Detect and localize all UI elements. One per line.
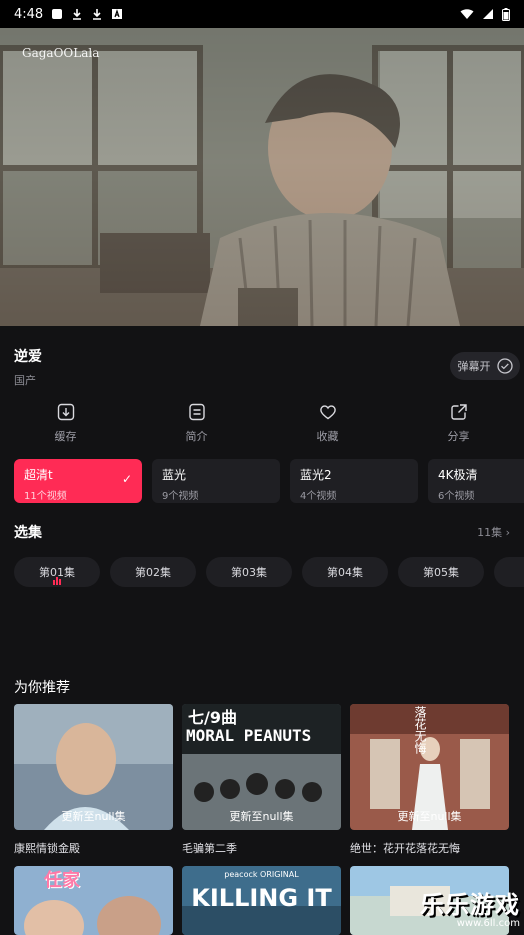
poster-thumbnail: peacock ORIGINAL KILLING IT [182,866,341,935]
recommend-item[interactable]: 更新至null集 康熙情锁金殿 [14,704,173,856]
recommend-name: 毛骗第二季 [182,842,237,855]
share-icon [450,404,467,420]
quality-option-4k[interactable]: 4K极清 6个视频 [428,459,524,503]
danmu-label: 弹幕开 [457,360,491,373]
wifi-icon [460,9,474,19]
quality-count: 6个视频 [438,491,475,502]
font-notification-icon [112,9,123,19]
playing-bars-icon [53,577,61,585]
episodes-header: 选集 11集 › [14,522,510,542]
quality-label: 蓝光2 [300,468,332,482]
check-circle-icon [496,358,513,374]
quality-option-languang2[interactable]: 蓝光2 4个视频 [290,459,418,503]
watermark-title: 乐乐游戏 [420,891,520,919]
info-icon [188,403,205,421]
danmu-toggle[interactable]: 弹幕开 [450,352,520,380]
recommend-item[interactable]: 任家 [14,866,173,935]
chevron-right-icon: › [505,526,510,539]
signal-icon [483,9,493,19]
download-icon [57,403,74,421]
recommend-item[interactable]: 七/9曲 MORAL PEANUTS 更新至null集 毛骗第二季 [182,704,341,856]
checkmark-icon: ✓ [121,472,132,486]
poster-thumbnail: 更新至null集 [14,704,173,830]
show-region: 国产 [14,374,36,387]
episode-list: 第01集 第02集 第03集 第04集 第05集 [14,557,524,587]
quality-option-languang[interactable]: 蓝光 9个视频 [152,459,280,503]
quality-count: 9个视频 [162,491,199,502]
download-notification-icon [93,9,102,20]
episode-label: 第02集 [135,566,171,579]
video-watermark-logo: GagaOOLala [22,46,100,60]
poster-image [14,866,173,935]
action-intro[interactable]: 简介 [162,402,232,444]
poster-overlay-brand: peacock ORIGINAL [224,870,299,879]
quality-label: 蓝光 [162,468,187,482]
status-time: 4:48 [14,6,44,22]
episode-label: 第03集 [231,566,267,579]
recommend-title: 为你推荐 [14,680,70,696]
action-download[interactable]: 缓存 [31,402,101,444]
recommend-name: 康熙情锁金殿 [14,842,80,855]
update-caption: 更新至null集 [397,810,462,823]
recommend-item[interactable]: 落花无悔 更新至null集 绝世：花开花落花无悔 [350,704,509,856]
poster-thumbnail: 任家 [14,866,173,935]
recommend-name: 绝世：花开花落花无悔 [350,842,460,855]
status-bar: 4:48 [0,0,524,28]
site-watermark: 乐乐游戏 www.6ll.com [412,867,524,933]
video-player[interactable]: GagaOOLala [0,28,524,326]
episode-chip-01[interactable]: 第01集 [14,557,100,587]
poster-thumbnail: 落花无悔 更新至null集 [350,704,509,830]
poster-overlay-subtitle: MORAL PEANUTS [186,726,312,745]
episode-chip-04[interactable]: 第04集 [302,557,388,587]
update-caption: 更新至null集 [229,810,294,823]
episode-label: 第04集 [327,566,363,579]
action-intro-label: 简介 [185,430,208,443]
action-favorite[interactable]: 收藏 [293,402,363,444]
show-info: 逆爱 国产 [0,346,524,388]
episode-chip-05[interactable]: 第05集 [398,557,484,587]
recommend-header: 为你推荐 [14,677,510,697]
action-bar: 缓存 简介 收藏 分享 [0,402,524,444]
quality-count: 4个视频 [300,491,337,502]
poster-overlay-title: 任家 [44,870,80,891]
battery-icon [502,7,510,21]
action-favorite-label: 收藏 [316,430,339,443]
recommend-item[interactable]: peacock ORIGINAL KILLING IT [182,866,341,935]
quality-selector: 超清t 11个视频 ✓ 蓝光 9个视频 蓝光2 4个视频 4K极清 6个视频 [14,459,524,503]
quality-label: 超清t [24,468,53,482]
episodes-title: 选集 [14,525,42,541]
action-download-label: 缓存 [54,430,77,443]
poster-thumbnail: 七/9曲 MORAL PEANUTS 更新至null集 [182,704,341,830]
episode-chip-06[interactable] [494,557,524,587]
watermark-url: www.6ll.com [456,918,520,929]
episode-label: 第05集 [423,566,459,579]
episodes-count: 11集 [477,526,503,539]
video-frame [0,28,524,326]
episode-chip-03[interactable]: 第03集 [206,557,292,587]
download-notification-icon [73,9,82,20]
quality-label: 4K极清 [438,468,478,482]
poster-overlay-title: 七/9曲 [188,708,237,727]
action-share[interactable]: 分享 [424,402,494,444]
show-title: 逆爱 [14,349,42,365]
poster-overlay-title: KILLING IT [191,884,332,912]
episode-chip-02[interactable]: 第02集 [110,557,196,587]
episodes-more-link[interactable]: 11集 › [477,524,510,540]
quality-count: 11个视频 [24,491,67,502]
heart-icon [319,405,336,420]
app-notification-icon [52,9,63,19]
update-caption: 更新至null集 [61,810,126,823]
poster-overlay-title: 落花无悔 [413,706,427,754]
quality-option-chaoqing[interactable]: 超清t 11个视频 ✓ [14,459,142,503]
action-share-label: 分享 [447,430,470,443]
